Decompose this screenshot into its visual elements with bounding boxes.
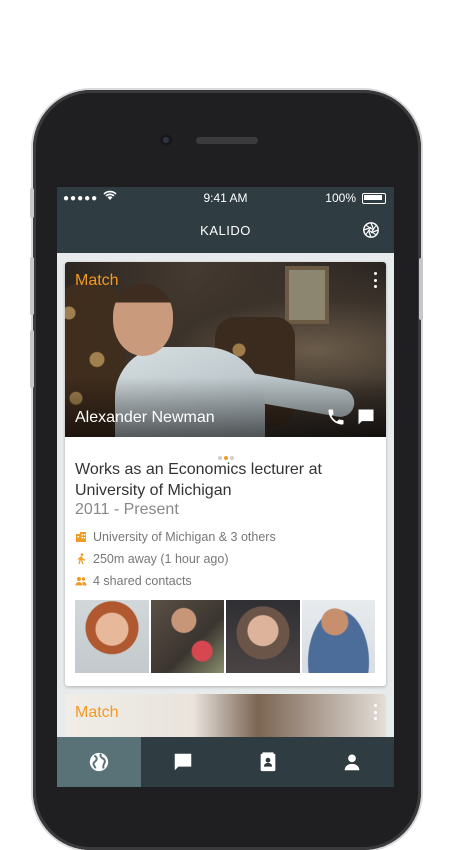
person-icon	[344, 754, 360, 771]
chat-icon	[175, 753, 192, 771]
app-screen: ●●●●● 9:41 AM 100% KALIDO Match Alexande…	[57, 187, 394, 800]
profile-name: Alexander Newman	[75, 409, 215, 426]
battery-percent: 100%	[325, 191, 356, 205]
wall-picture-frame	[285, 266, 329, 324]
match-badge: Match	[75, 704, 119, 721]
contact-photo[interactable]	[301, 600, 375, 673]
info-workplace-text: University of Michigan & 3 others	[93, 530, 276, 544]
contact-photo[interactable]	[226, 600, 300, 673]
more-options-icon[interactable]	[372, 704, 378, 720]
front-camera	[160, 134, 172, 146]
tab-discover[interactable]	[57, 737, 142, 787]
contact-photo[interactable]	[150, 600, 224, 673]
shared-contacts-strip	[75, 600, 375, 673]
people-icon	[75, 577, 87, 586]
job-headline: Works as an Economics lecturer at Univer…	[75, 461, 322, 499]
address-book-icon	[260, 752, 275, 772]
card-actions	[326, 407, 376, 427]
globe-icon	[89, 752, 109, 772]
match-badge: Match	[75, 272, 119, 289]
phone-mute-switch	[30, 188, 34, 218]
info-shared-contacts-text: 4 shared contacts	[93, 574, 192, 588]
building-icon	[76, 532, 86, 542]
phone-icon[interactable]	[326, 407, 346, 427]
earpiece-speaker	[196, 137, 258, 144]
info-workplace: University of Michigan & 3 others	[75, 530, 276, 544]
tab-profile[interactable]	[310, 737, 394, 787]
info-distance: 250m away (1 hour ago)	[75, 552, 229, 566]
contact-photo[interactable]	[75, 600, 149, 673]
screen-bottom-bezel	[57, 787, 394, 800]
status-bar: ●●●●● 9:41 AM 100%	[57, 187, 394, 208]
info-shared-contacts: 4 shared contacts	[75, 574, 192, 588]
job-years: 2011 - Present	[75, 501, 179, 518]
aperture-icon[interactable]	[362, 221, 380, 239]
bottom-tab-bar	[57, 737, 394, 787]
walking-icon	[77, 553, 86, 565]
chat-icon[interactable]	[356, 407, 376, 427]
phone-power-button	[419, 258, 423, 320]
app-title: KALIDO	[200, 223, 251, 238]
info-distance-text: 250m away (1 hour ago)	[93, 552, 229, 566]
battery-icon	[362, 193, 386, 204]
person-head	[113, 284, 173, 356]
phone-volume-down	[30, 330, 34, 388]
more-options-icon[interactable]	[372, 272, 378, 288]
match-card[interactable]: Match Alexander Newman Works as an Econo…	[65, 262, 386, 686]
app-header: KALIDO	[57, 208, 394, 253]
tab-contacts[interactable]	[226, 737, 310, 787]
tab-messages[interactable]	[141, 737, 225, 787]
phone-volume-up	[30, 257, 34, 315]
